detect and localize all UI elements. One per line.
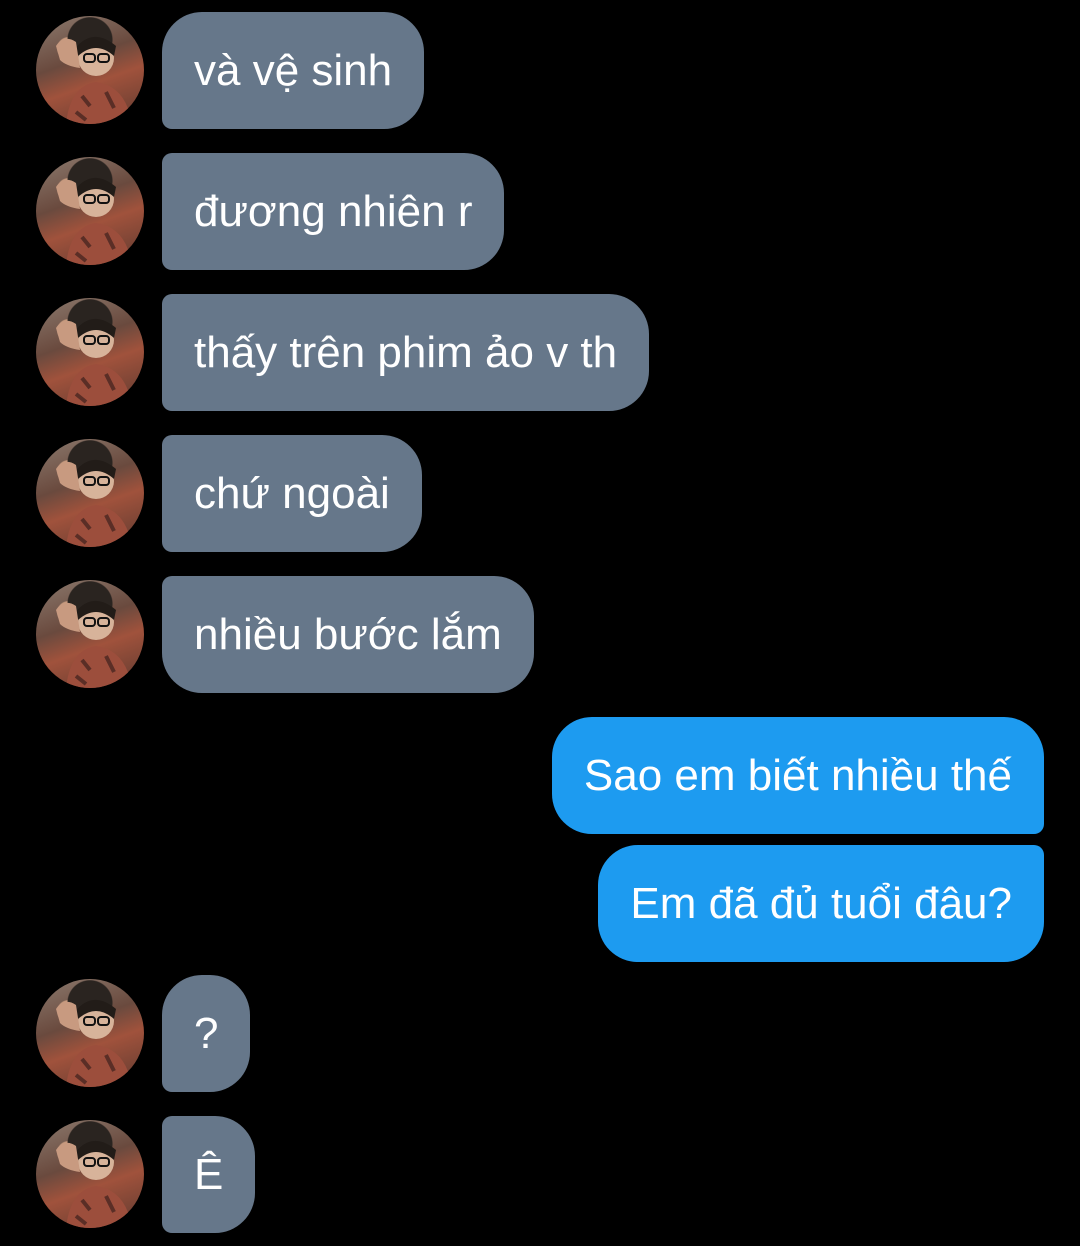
incoming-message-bubble[interactable]: thấy trên phim ảo v th bbox=[162, 294, 650, 411]
incoming-message-bubble[interactable]: và vệ sinh bbox=[162, 12, 425, 129]
avatar-photo-icon bbox=[56, 177, 132, 265]
outgoing-message-bubble[interactable]: Sao em biết nhiều thế bbox=[551, 717, 1044, 834]
contact-avatar[interactable] bbox=[36, 157, 144, 265]
contact-avatar[interactable] bbox=[36, 16, 144, 124]
avatar-photo-icon bbox=[56, 999, 132, 1087]
incoming-message-bubble[interactable]: nhiều bước lắm bbox=[162, 576, 534, 693]
avatar-photo-icon bbox=[56, 600, 132, 688]
avatar-photo-icon bbox=[56, 1140, 132, 1228]
contact-avatar[interactable] bbox=[36, 439, 144, 547]
incoming-message-bubble[interactable]: Ê bbox=[162, 1116, 256, 1233]
incoming-message-bubble[interactable]: chứ ngoài bbox=[162, 435, 422, 552]
incoming-message-bubble[interactable]: đương nhiên r bbox=[162, 153, 505, 270]
contact-avatar[interactable] bbox=[36, 979, 144, 1087]
avatar-photo-icon bbox=[56, 318, 132, 406]
contact-avatar[interactable] bbox=[36, 580, 144, 688]
contact-avatar[interactable] bbox=[36, 1120, 144, 1228]
contact-avatar[interactable] bbox=[36, 298, 144, 406]
outgoing-message-bubble[interactable]: Em đã đủ tuổi đâu? bbox=[598, 845, 1044, 962]
avatar-photo-icon bbox=[56, 459, 132, 547]
incoming-message-bubble[interactable]: ? bbox=[162, 975, 251, 1092]
avatar-photo-icon bbox=[56, 36, 132, 124]
